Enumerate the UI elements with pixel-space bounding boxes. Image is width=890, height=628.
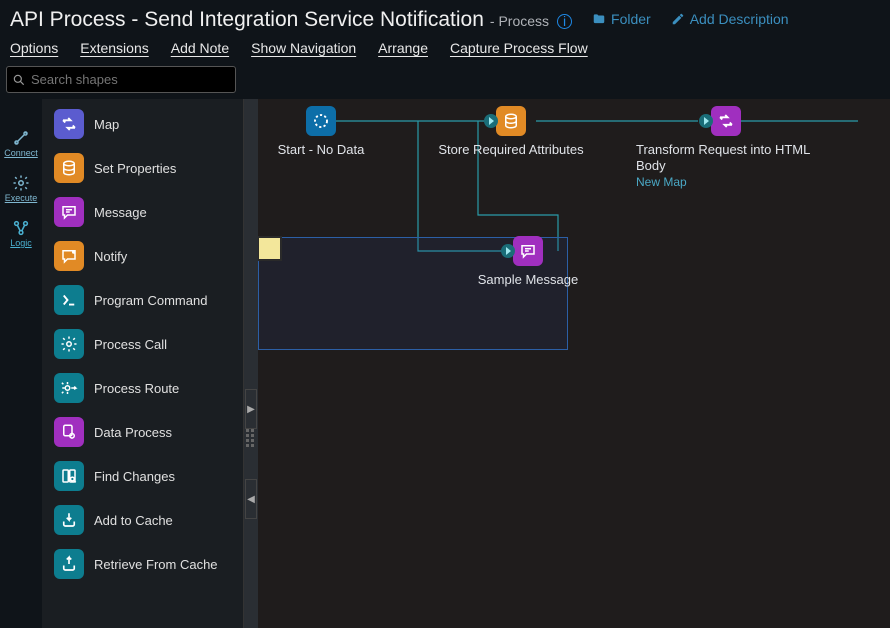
node-store-label: Store Required Attributes xyxy=(438,142,583,158)
palette-item[interactable]: Data Process xyxy=(46,410,243,454)
tab-logic-label: Logic xyxy=(10,238,32,248)
flow-arrow-icon xyxy=(501,244,515,258)
palette-item-label: Process Route xyxy=(94,381,179,396)
palette-item[interactable]: Find Changes xyxy=(46,454,243,498)
palette-item[interactable]: Map xyxy=(46,102,243,146)
palette-item-label: Notify xyxy=(94,249,127,264)
menu-capture-process-flow[interactable]: Capture Process Flow xyxy=(450,40,588,56)
message-icon xyxy=(513,236,543,266)
page-subtype: - Process xyxy=(490,13,549,29)
node-transform[interactable]: Transform Request into HTML Body New Map xyxy=(631,106,821,189)
search-icon xyxy=(12,73,26,87)
palette-item-label: Data Process xyxy=(94,425,172,440)
selection-handle[interactable] xyxy=(258,236,282,261)
execute-icon xyxy=(12,174,30,192)
palette-item-label: Process Call xyxy=(94,337,167,352)
menu-options[interactable]: Options xyxy=(10,40,58,56)
menu-arrange[interactable]: Arrange xyxy=(378,40,428,56)
palette-item[interactable]: Retrieve From Cache xyxy=(46,542,243,586)
add-description-link[interactable]: Add Description xyxy=(671,11,789,27)
map-icon xyxy=(711,106,741,136)
palette-item[interactable]: Message xyxy=(46,190,243,234)
folder-label: Folder xyxy=(611,11,651,27)
menu-add-note[interactable]: Add Note xyxy=(171,40,229,56)
barrel-icon xyxy=(54,153,84,183)
gear-arrow-icon xyxy=(54,373,84,403)
start-icon xyxy=(306,106,336,136)
palette-item[interactable]: Process Route xyxy=(46,366,243,410)
menu-extensions[interactable]: Extensions xyxy=(80,40,148,56)
category-tabs: Connect Execute Logic xyxy=(0,99,42,628)
palette-item-label: Add to Cache xyxy=(94,513,173,528)
flow-arrow-icon xyxy=(484,114,498,128)
node-transform-label: Transform Request into HTML Body xyxy=(636,142,821,175)
shape-palette: Map Set Properties Message Notify Program Co… xyxy=(42,99,244,628)
palette-item-label: Map xyxy=(94,117,119,132)
menu-show-navigation[interactable]: Show Navigation xyxy=(251,40,356,56)
node-start-label: Start - No Data xyxy=(278,142,365,158)
flow-arrow-icon xyxy=(699,114,713,128)
node-sample-message-label: Sample Message xyxy=(478,272,578,288)
doc-gear-icon xyxy=(54,417,84,447)
folder-link[interactable]: Folder xyxy=(592,11,651,27)
palette-divider[interactable]: ▶ ◀ xyxy=(244,99,258,628)
message-icon xyxy=(54,197,84,227)
notify-icon xyxy=(54,241,84,271)
folder-icon xyxy=(592,12,606,26)
cache-out-icon xyxy=(54,549,84,579)
tab-logic[interactable]: Logic xyxy=(10,219,32,248)
diff-icon xyxy=(54,461,84,491)
logic-icon xyxy=(12,219,30,237)
gear-icon xyxy=(54,329,84,359)
palette-item[interactable]: Add to Cache xyxy=(46,498,243,542)
node-transform-sublabel[interactable]: New Map xyxy=(636,175,821,189)
palette-item-label: Set Properties xyxy=(94,161,176,176)
palette-item[interactable]: Set Properties xyxy=(46,146,243,190)
palette-item-label: Program Command xyxy=(94,293,207,308)
connect-icon xyxy=(12,129,30,147)
node-start[interactable]: Start - No Data xyxy=(258,106,406,158)
tab-connect[interactable]: Connect xyxy=(4,129,38,158)
node-sample-message[interactable]: Sample Message xyxy=(443,236,613,288)
pencil-icon xyxy=(671,12,685,26)
info-icon[interactable]: i xyxy=(557,14,572,29)
palette-item-label: Find Changes xyxy=(94,469,175,484)
canvas[interactable]: Start - No Data Store Required Attribute… xyxy=(258,99,890,628)
terminal-icon xyxy=(54,285,84,315)
palette-item[interactable]: Process Call xyxy=(46,322,243,366)
page-title: API Process - Send Integration Service N… xyxy=(10,8,484,32)
palette-item-label: Message xyxy=(94,205,147,220)
menubar: Options Extensions Add Note Show Navigat… xyxy=(0,36,890,66)
drag-grip-icon[interactable] xyxy=(246,429,256,447)
shuffle-icon xyxy=(54,109,84,139)
search-input[interactable] xyxy=(6,66,236,93)
search-wrap xyxy=(6,66,236,93)
set-properties-icon xyxy=(496,106,526,136)
palette-item[interactable]: Notify xyxy=(46,234,243,278)
palette-item[interactable]: Program Command xyxy=(46,278,243,322)
tab-connect-label: Connect xyxy=(4,148,38,158)
collapse-right-icon[interactable]: ▶ xyxy=(245,389,257,429)
node-store[interactable]: Store Required Attributes xyxy=(426,106,596,158)
palette-item-label: Retrieve From Cache xyxy=(94,557,218,572)
tab-execute[interactable]: Execute xyxy=(5,174,38,203)
header: API Process - Send Integration Service N… xyxy=(0,0,890,36)
add-description-label: Add Description xyxy=(690,11,789,27)
tab-execute-label: Execute xyxy=(5,193,38,203)
collapse-left-icon[interactable]: ◀ xyxy=(245,479,257,519)
cache-in-icon xyxy=(54,505,84,535)
